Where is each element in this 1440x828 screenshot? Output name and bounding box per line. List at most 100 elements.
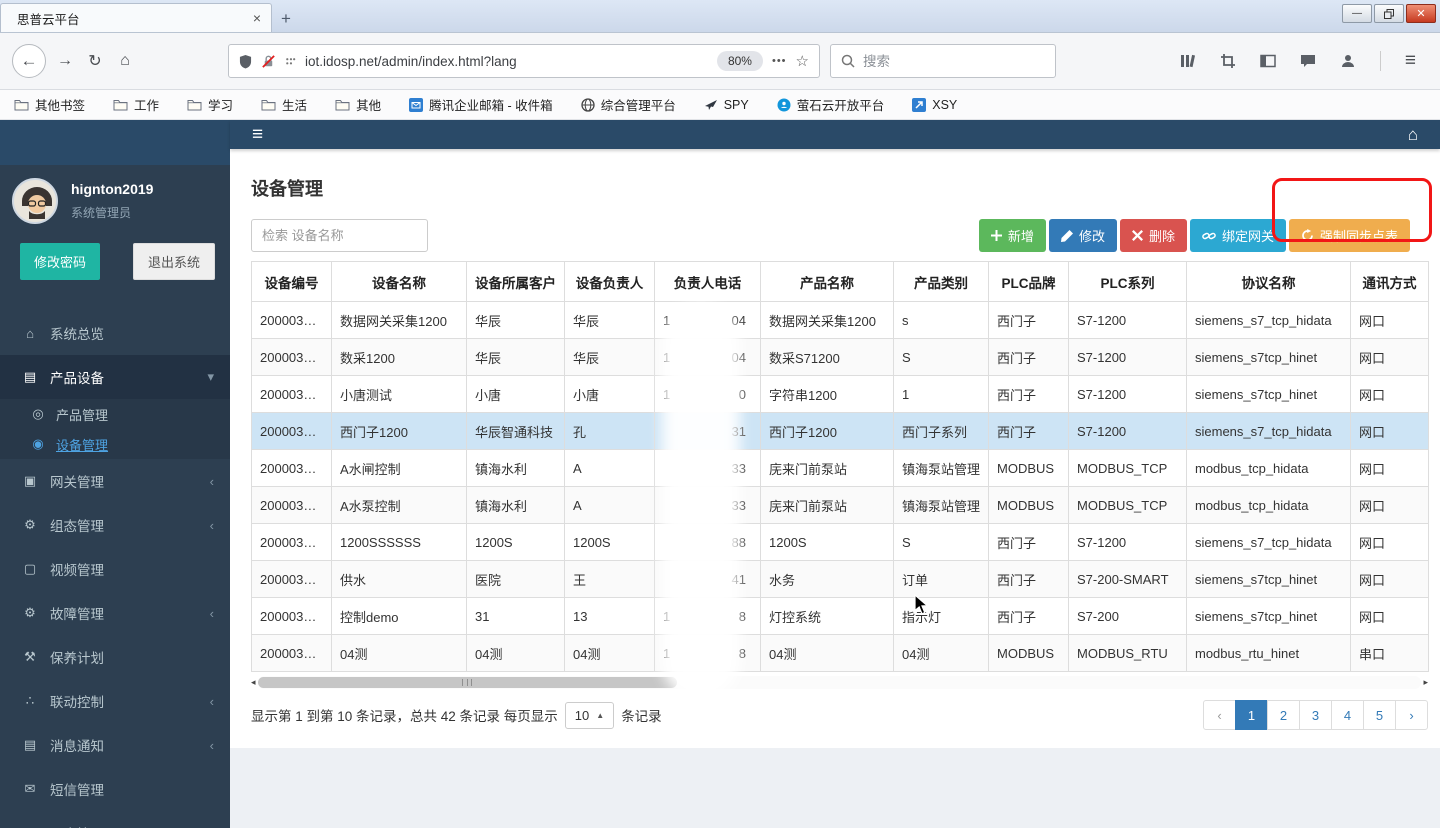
column-header[interactable]: 通讯方式 (1351, 262, 1429, 302)
sidebar-item-link[interactable]: ∴联动控制‹ (0, 679, 230, 723)
tracking-protection-icon[interactable] (239, 54, 252, 69)
bookmark-item[interactable]: 工作 (113, 95, 159, 114)
bookmark-item[interactable]: 腾讯企业邮箱 - 收件箱 (409, 95, 553, 114)
toolbar-icons: ≡ (1180, 50, 1416, 72)
table-row[interactable]: 200003211A水泵控制镇海水利A33庑来门前泵站镇海泵站管理MODBUSM… (252, 487, 1429, 524)
bookmark-item[interactable]: XSY (912, 98, 957, 112)
scroll-left-icon[interactable]: ◂ (251, 678, 256, 687)
column-header[interactable]: 协议名称 (1187, 262, 1351, 302)
column-header[interactable]: 设备编号 (252, 262, 332, 302)
table-row[interactable]: 200003248小唐测试小唐小唐10字符串12001西门子S7-1200sie… (252, 376, 1429, 413)
user-panel: hignton2019 系统管理员 (0, 165, 230, 224)
column-header[interactable]: 产品名称 (761, 262, 894, 302)
pagination-page-2[interactable]: 2 (1267, 700, 1300, 730)
scrollbar-track[interactable] (258, 676, 1422, 689)
product-icon: ▤ (22, 369, 38, 385)
add-button[interactable]: 新增 (979, 219, 1046, 252)
screenshot-icon[interactable] (1220, 53, 1236, 69)
bookmark-item[interactable]: 综合管理平台 (581, 95, 676, 114)
bind-gateway-button[interactable]: 绑定网关 (1190, 219, 1286, 252)
column-header[interactable]: PLC系列 (1069, 262, 1187, 302)
cell-id: 200003149 (252, 635, 332, 672)
sidebar-item-gateway[interactable]: ▣网关管理‹ (0, 459, 230, 503)
table-row[interactable]: 200003260数据网关采集1200华辰华辰104数据网关采集1200s西门子… (252, 302, 1429, 339)
reload-button[interactable]: ↻ (80, 46, 110, 76)
sidebar-item-overview[interactable]: ⌂系统总览 (0, 311, 230, 355)
chat-icon[interactable] (1300, 53, 1316, 69)
column-header[interactable]: 设备名称 (332, 262, 467, 302)
bookmark-item[interactable]: 学习 (187, 95, 233, 114)
column-header[interactable]: 设备负责人 (565, 262, 655, 302)
restore-button[interactable] (1374, 4, 1404, 23)
table-row[interactable]: 200003256数采1200华辰华辰104数采S71200S西门子S7-120… (252, 339, 1429, 376)
url-bar[interactable]: iot.idosp.net/admin/index.html?lang 80% … (228, 44, 820, 78)
table-row[interactable]: 20000314904测04测04测1804测04测MODBUSMODBUS_R… (252, 635, 1429, 672)
account-icon[interactable] (1340, 53, 1356, 69)
bookmark-item[interactable]: 其他书签 (14, 95, 85, 114)
sidebar-item-sms[interactable]: ✉短信管理 (0, 767, 230, 811)
pagination-page-4[interactable]: 4 (1331, 700, 1364, 730)
delete-button[interactable]: 删除 (1120, 219, 1187, 252)
pagination-next[interactable]: › (1395, 700, 1428, 730)
force-sync-button[interactable]: 强制同步点表 (1289, 219, 1410, 252)
sidebar-toggle-browser-icon[interactable] (1260, 53, 1276, 69)
page-size-dropdown[interactable]: 10 ▲ (565, 702, 614, 729)
pagination-prev[interactable]: ‹ (1203, 700, 1236, 730)
permissions-icon[interactable] (285, 56, 296, 67)
table-row[interactable]: 200003165供水医院王41水务订单西门子S7-200-SMARTsieme… (252, 561, 1429, 598)
tab-close-icon[interactable]: × (253, 11, 261, 25)
browser-tab[interactable]: 思普云平台 × (0, 3, 272, 32)
bookmark-item[interactable]: 其他 (335, 95, 381, 114)
table-row[interactable]: 200003152控制demo311318灯控系统指示灯西门子S7-200sie… (252, 598, 1429, 635)
device-search-input[interactable] (251, 219, 428, 252)
column-header[interactable]: PLC品牌 (989, 262, 1069, 302)
home-button[interactable]: ⌂ (110, 46, 140, 76)
insecure-lock-icon[interactable] (261, 54, 276, 69)
pagination-page-3[interactable]: 3 (1299, 700, 1332, 730)
horizontal-scrollbar[interactable]: ◂ ▸ (251, 675, 1428, 690)
column-header[interactable]: 设备所属客户 (467, 262, 565, 302)
scroll-right-icon[interactable]: ▸ (1423, 678, 1428, 687)
sidebar-item-cogs[interactable]: ⚙组态管理‹ (0, 503, 230, 547)
bookmark-item[interactable]: SPY (704, 98, 749, 112)
forward-button[interactable]: → (50, 46, 80, 76)
sidebar-item-message[interactable]: ▤消息通知‹ (0, 723, 230, 767)
new-tab-button[interactable]: + (272, 6, 300, 32)
bookmark-star-icon[interactable]: ☆ (796, 52, 809, 70)
pagination-page-5[interactable]: 5 (1363, 700, 1396, 730)
table-row[interactable]: 200003230西门子1200华辰智通科技孔31西门子1200西门子系列西门子… (252, 413, 1429, 450)
sidebar-subitem[interactable]: ◎产品管理 (0, 399, 230, 429)
cell-id: 200003248 (252, 376, 332, 413)
back-button[interactable]: ← (12, 44, 46, 78)
sidebar-item-video[interactable]: ▢视频管理 (0, 547, 230, 591)
change-password-button[interactable]: 修改密码 (20, 243, 100, 280)
url-text[interactable]: iot.idosp.net/admin/index.html?lang (305, 54, 708, 69)
edit-button[interactable]: 修改 (1049, 219, 1117, 252)
library-icon[interactable] (1180, 53, 1196, 69)
bookmark-item[interactable]: 萤石云开放平台 (777, 95, 885, 114)
column-header[interactable]: 负责人电话 (655, 262, 761, 302)
search-input[interactable] (863, 54, 1013, 69)
close-button[interactable]: ✕ (1406, 4, 1436, 23)
app-home-icon[interactable]: ⌂ (1408, 125, 1418, 145)
minimize-button[interactable]: — (1342, 4, 1372, 23)
logout-button[interactable]: 退出系统 (133, 243, 215, 280)
sidebar-item-wrench[interactable]: ⚒保养计划 (0, 635, 230, 679)
table-row[interactable]: 200003212A水闸控制镇海水利A33庑来门前泵站镇海泵站管理MODBUSM… (252, 450, 1429, 487)
sidebar-item-log[interactable]: ▤日志管理 (0, 811, 230, 828)
table-row[interactable]: 2000031771200SSSSSS1200S1200S881200SS西门子… (252, 524, 1429, 561)
bookmark-item[interactable]: 生活 (261, 95, 307, 114)
sidebar-item-fault[interactable]: ⚙故障管理‹ (0, 591, 230, 635)
column-header[interactable]: 产品类别 (894, 262, 989, 302)
sidebar-subitem[interactable]: ◉设备管理 (0, 429, 230, 459)
pagination-page-1[interactable]: 1 (1235, 700, 1268, 730)
zoom-indicator[interactable]: 80% (717, 51, 763, 71)
bookmarks-bar: 其他书签 工作 学习 生活 其他 腾讯企业邮箱 - 收件箱 综合管理平台 SPY 萤石云开放平台… (0, 90, 1440, 120)
sidebar-item-product[interactable]: ▤产品设备▾ (0, 355, 230, 399)
search-bar[interactable] (830, 44, 1056, 78)
sidebar-toggle-icon[interactable]: ≡ (252, 124, 263, 146)
page-actions-icon[interactable]: ••• (772, 55, 787, 67)
cell-category: 1 (894, 376, 989, 413)
menu-icon[interactable]: ≡ (1405, 50, 1416, 72)
scrollbar-thumb[interactable] (258, 677, 677, 688)
